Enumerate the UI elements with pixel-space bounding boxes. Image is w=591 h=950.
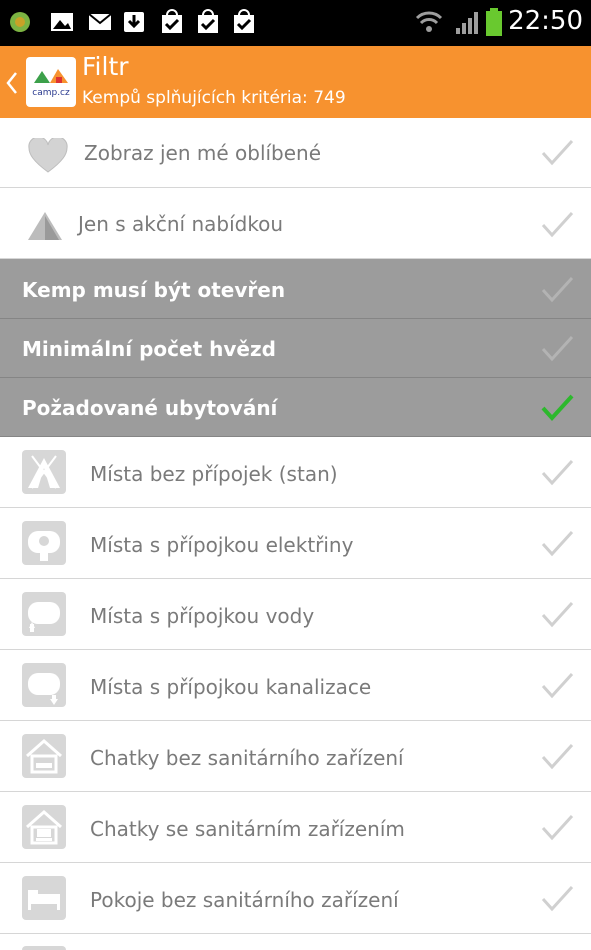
cabin-icon [22,734,66,778]
checkmark-icon [541,530,574,557]
bag-check-icon [234,9,254,33]
image-icon [51,13,73,31]
accommodation-row-cabin[interactable]: Chatky bez sanitárního zařízení [0,721,591,792]
checkmark-icon [541,814,574,841]
wifi-icon [415,11,443,32]
result-count: Kempů splňujících kritéria: 749 [82,88,346,108]
checkmark-icon [541,211,574,238]
accommodation-row-cabin-wc[interactable]: Chatky se sanitárním zařízením [0,792,591,863]
section-camp-open[interactable]: Kemp musí být otevřen [0,259,591,319]
page-title: Filtr [82,52,129,81]
accommodation-row-sewer[interactable]: Místa s přípojkou kanalizace [0,650,591,721]
app-logo[interactable]: camp.cz [26,57,76,107]
section-min-stars[interactable]: Minimální počet hvězd [0,319,591,378]
accommodation-label: Pokoje bez sanitárního zařízení [90,888,399,912]
special-offer-label: Jen s akční nabídkou [78,212,284,236]
tent-icon [22,450,66,494]
heart-icon [28,138,68,173]
room-bed-icon [22,876,66,920]
section-accommodation[interactable]: Požadované ubytování [0,378,591,437]
section-label: Minimální počet hvězd [22,337,276,361]
caravan-electric-icon [22,521,66,565]
caravan-sewer-icon [22,663,66,707]
special-offer-toggle-row[interactable]: Jen s akční nabídkou [0,188,591,259]
mail-icon [88,13,112,30]
signal-icon [456,12,478,34]
back-chevron-icon[interactable] [4,70,20,96]
camp-logo-icon: camp.cz [32,69,70,98]
accommodation-label: Místa s přípojkou kanalizace [90,675,372,699]
favorites-label: Zobraz jen mé oblíbené [84,141,322,165]
checkmark-icon [541,601,574,628]
clock: 22:50 [508,6,583,36]
status-bar: 22:50 [0,0,591,46]
accommodation-label: Chatky se sanitárním zařízením [90,817,405,841]
action-bar: camp.cz Filtr Kempů splňujících kritéria… [0,46,591,118]
download-icon [124,12,144,32]
section-label: Kemp musí být otevřen [22,278,286,302]
checkmark-icon [541,139,574,166]
android-debug-icon [10,12,30,32]
accommodation-row-electric[interactable]: Místa s přípojkou elektřiny [0,508,591,579]
checkmark-icon [541,394,574,421]
bag-check-icon [162,9,182,33]
warning-triangle-icon [28,212,62,240]
checkmark-icon [541,335,574,362]
checkmark-icon [541,276,574,303]
accommodation-row-water[interactable]: Místa s přípojkou vody [0,579,591,650]
battery-icon [486,8,502,36]
accommodation-label: Místa s přípojkou vody [90,604,315,628]
accommodation-row-tent[interactable]: Místa bez přípojek (stan) [0,437,591,508]
room-icon [22,946,66,950]
accommodation-label: Místa bez přípojek (stan) [90,462,338,486]
svg-text:camp.cz: camp.cz [32,88,70,98]
accommodation-row-room[interactable]: Pokoje bez sanitárního zařízení [0,863,591,934]
accommodation-label: Chatky bez sanitárního zařízení [90,746,404,770]
accommodation-label: Místa s přípojkou elektřiny [90,533,354,557]
checkmark-icon [541,459,574,486]
section-label: Požadované ubytování [22,396,278,420]
bag-check-icon [198,9,218,33]
checkmark-icon [541,885,574,912]
checkmark-icon [541,743,574,770]
cabin-wc-icon [22,805,66,849]
checkmark-icon [541,672,574,699]
favorites-toggle-row[interactable]: Zobraz jen mé oblíbené [0,118,591,188]
accommodation-row-partial[interactable] [0,934,591,950]
caravan-water-icon [22,592,66,636]
